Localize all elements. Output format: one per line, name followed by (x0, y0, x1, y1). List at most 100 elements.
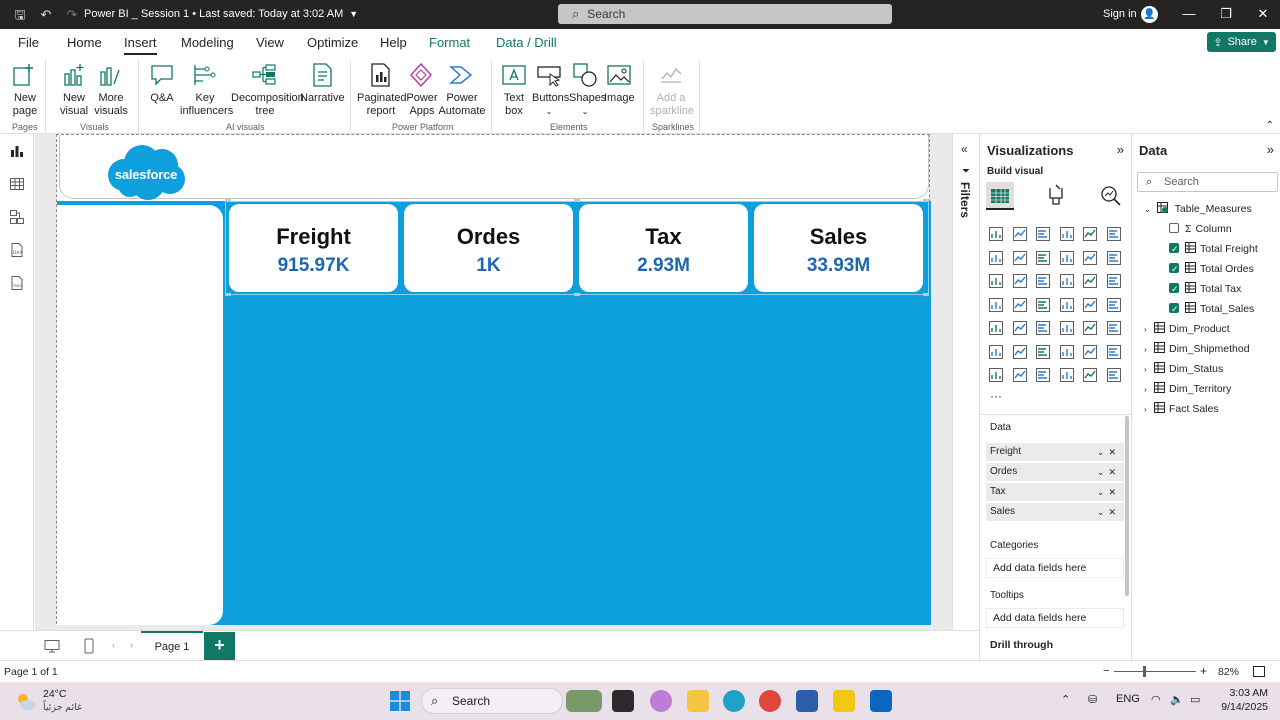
clock-time[interactable]: 3:03 AM (1226, 687, 1268, 699)
tab-optimize[interactable]: Optimize (307, 35, 358, 50)
build-visual-tab[interactable] (986, 182, 1014, 210)
field-menu-icon[interactable]: ⌄✕ (1097, 483, 1120, 501)
tab-file[interactable]: File (18, 35, 39, 50)
waterfall-icon[interactable] (1012, 273, 1028, 289)
tree-table-dim-shipmethod[interactable]: › Dim_Shipmethod (1144, 340, 1250, 358)
field-menu-icon[interactable]: ⌄✕ (1097, 463, 1120, 481)
matrix-icon[interactable] (1082, 320, 1098, 336)
chevron-right-icon[interactable]: › (1144, 321, 1154, 339)
key-influencers-icon[interactable] (1012, 344, 1028, 360)
text-box-button[interactable]: Text box (500, 62, 528, 118)
dax-query-view-icon[interactable]: DAX (9, 242, 25, 258)
filters-label[interactable]: Filters (958, 182, 972, 218)
custom-visual-icon[interactable] (1082, 367, 1098, 383)
tmdl-view-icon[interactable]: TMDL (9, 275, 25, 291)
resize-handle[interactable] (225, 199, 231, 202)
chevron-right-icon[interactable]: › (1144, 361, 1154, 379)
qa-button[interactable]: Q&A (148, 62, 176, 105)
share-button[interactable]: ⇪ Share ▼ (1207, 32, 1276, 52)
tree-table-dim-status[interactable]: › Dim_Status (1144, 360, 1223, 378)
undo-icon[interactable]: ↶ (39, 7, 53, 22)
100-area-icon[interactable] (1059, 250, 1075, 266)
tree-field-total-tax[interactable]: Total Tax (1169, 280, 1241, 298)
chevron-right-icon[interactable]: › (1144, 341, 1154, 359)
field-menu-icon[interactable]: ⌄✕ (1097, 443, 1120, 461)
network-status-icon[interactable]: ⛁ (1088, 693, 1097, 706)
weather-icon[interactable] (14, 690, 38, 712)
categories-drop-zone[interactable]: Add data fields here (986, 558, 1124, 578)
power-apps-button[interactable]: Power Apps (405, 62, 438, 118)
paginated-icon[interactable] (988, 367, 1004, 383)
resize-handle[interactable] (574, 293, 580, 296)
decomposition-icon[interactable] (1035, 344, 1051, 360)
power-apps-icon[interactable] (1035, 367, 1051, 383)
table-view-icon[interactable] (9, 176, 25, 192)
clustered-column-icon[interactable] (1059, 226, 1075, 242)
add-page-button[interactable]: + (204, 632, 235, 660)
field-checkbox[interactable] (1169, 260, 1179, 278)
pie-icon[interactable] (1082, 273, 1098, 289)
windows-start-icon[interactable] (390, 691, 410, 711)
resize-handle[interactable] (574, 199, 580, 202)
collapse-pane-icon[interactable]: » (1117, 142, 1124, 157)
resize-handle[interactable] (923, 293, 929, 296)
line-column-icon[interactable] (1082, 250, 1098, 266)
map-icon[interactable] (1012, 297, 1028, 313)
taskbar-search[interactable]: ⌕ Search (421, 688, 563, 714)
line-chart-icon[interactable] (988, 250, 1004, 266)
tree-field-total-sales[interactable]: Total_Sales (1169, 300, 1254, 318)
restore-icon[interactable]: ❐ (1216, 5, 1236, 23)
python-visual-icon[interactable] (988, 344, 1004, 360)
zoom-slider-thumb[interactable] (1143, 666, 1146, 677)
zoom-in-icon[interactable]: + (1200, 664, 1207, 678)
tree-table-measures[interactable]: ⌄ Table_Measures (1144, 200, 1252, 218)
shapes-button[interactable]: Shapes ⌄ (569, 62, 606, 118)
treemap-icon[interactable] (988, 297, 1004, 313)
tree-table-dim-territory[interactable]: › Dim_Territory (1144, 380, 1231, 398)
side-panel[interactable] (57, 205, 223, 625)
power-automate-icon[interactable] (1059, 367, 1075, 383)
ribbon-chart-icon[interactable] (988, 273, 1004, 289)
stacked-bar-icon[interactable] (988, 226, 1004, 242)
field-menu-icon[interactable]: ⌄✕ (1097, 503, 1120, 521)
close-icon[interactable]: ✕ (1253, 5, 1273, 23)
resize-handle[interactable] (225, 293, 231, 296)
resize-handle[interactable] (923, 199, 929, 202)
file-explorer-icon[interactable] (687, 690, 709, 712)
tab-format[interactable]: Format (429, 35, 470, 50)
page-tab-1[interactable]: Page 1 (141, 631, 203, 660)
more-visuals-icon[interactable]: ··· (990, 389, 1002, 403)
scatter-icon[interactable] (1059, 273, 1075, 289)
drill-through-header[interactable]: Drill through (990, 639, 1053, 651)
widget-thumbnail[interactable] (566, 690, 602, 712)
field-checkbox[interactable] (1169, 280, 1179, 298)
tab-insert[interactable]: Insert (124, 35, 157, 55)
chevron-down-icon[interactable]: ⌄ (1144, 201, 1154, 219)
more-visuals-button[interactable]: More visuals (90, 62, 130, 118)
desktop-layout-icon[interactable] (44, 638, 60, 654)
image-button[interactable]: Image (604, 62, 635, 105)
tab-view[interactable]: View (256, 35, 284, 50)
window-title[interactable]: Power BI _ Session 1 • Last saved: Today… (84, 8, 358, 20)
battery-icon[interactable]: ▭ (1190, 693, 1200, 706)
format-visual-tab[interactable] (1042, 182, 1070, 210)
buttons-button[interactable]: Buttons ⌄ (532, 62, 569, 118)
fit-to-page-icon[interactable] (1253, 666, 1265, 677)
field-checkbox[interactable] (1169, 240, 1179, 258)
zoom-out-icon[interactable]: − (1103, 665, 1109, 677)
collapse-data-pane-icon[interactable]: » (1267, 142, 1274, 157)
analytics-tab[interactable] (1096, 182, 1124, 210)
kpi-icon[interactable] (1012, 320, 1028, 336)
tab-home[interactable]: Home (67, 35, 102, 50)
wifi-icon[interactable]: ◠ (1151, 693, 1161, 706)
decomposition-tree-button[interactable]: Decomposition tree (231, 62, 304, 118)
donut-icon[interactable] (1106, 273, 1122, 289)
table-icon[interactable] (1059, 320, 1075, 336)
multi-card-icon[interactable] (988, 320, 1004, 336)
copilot-app-icon[interactable] (650, 690, 672, 712)
chevron-left-icon[interactable]: ‹ (112, 640, 115, 650)
collapse-ribbon-icon[interactable]: ⌃ (1266, 120, 1274, 131)
header-card[interactable]: salesforce (59, 135, 929, 200)
narrative-icon[interactable] (1082, 344, 1098, 360)
tooltips-drop-zone[interactable]: Add data fields here (986, 608, 1124, 628)
